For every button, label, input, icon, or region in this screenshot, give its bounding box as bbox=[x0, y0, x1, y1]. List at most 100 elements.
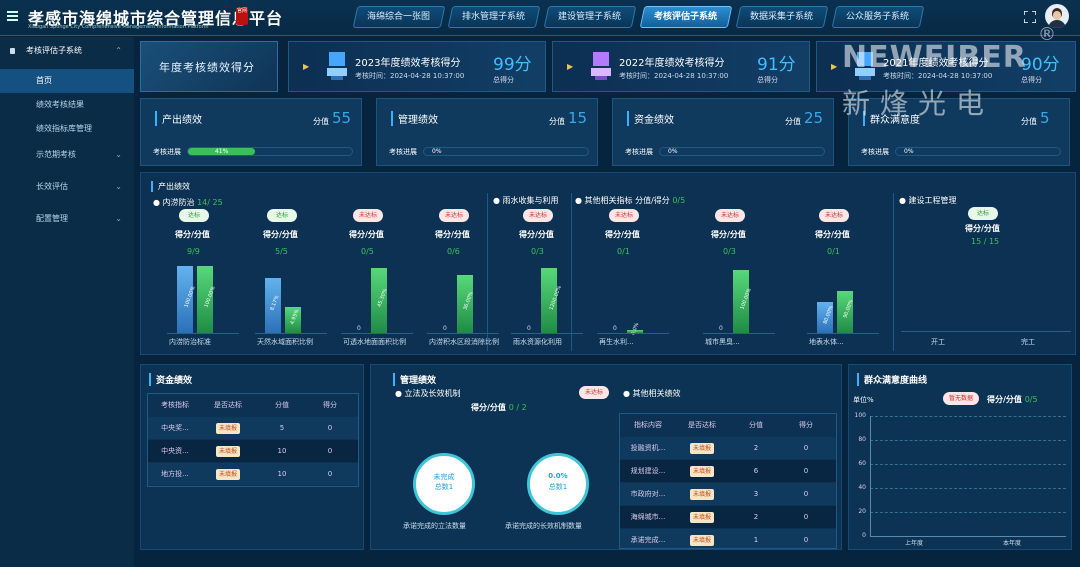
status-badge: 暂无数据 bbox=[943, 392, 979, 405]
sidebar-item-indicator-library[interactable]: 绩效指标库管理 bbox=[0, 117, 134, 141]
perf-card-output[interactable]: 产出绩效 分值 55 考核进展 41% bbox=[140, 98, 362, 166]
tab-data-collection[interactable]: 数据采集子系统 bbox=[735, 6, 829, 28]
donut-chart-mechanism: 0.0% 总数1 bbox=[527, 453, 589, 515]
score-value: 0/3 bbox=[531, 247, 544, 256]
score-label: 得分/分值 bbox=[605, 230, 640, 239]
perf-card-fund[interactable]: 资金绩效 分值 25 考核进展 0% bbox=[612, 98, 834, 166]
grid-line bbox=[870, 416, 1066, 417]
tab-drainage[interactable]: 排水管理子系统 bbox=[447, 6, 541, 28]
sidebar-group-assessment[interactable]: 考核评估子系统 ⌃ bbox=[0, 39, 134, 63]
grid-line bbox=[870, 488, 1066, 489]
score-label: 得分/分值 bbox=[175, 230, 210, 239]
bar-value-label: 100.00% bbox=[203, 285, 217, 308]
bar[interactable]: 100.00% bbox=[733, 270, 753, 333]
tab-assessment[interactable]: 考核评估子系统 bbox=[639, 6, 733, 28]
score-value: 5/5 bbox=[275, 247, 288, 256]
bar-value-label: 0 bbox=[443, 325, 447, 332]
bar[interactable]: 1200.00% bbox=[541, 268, 563, 333]
table-header: 指标内容 是否达标 分值 得分 bbox=[620, 414, 836, 436]
bar[interactable]: 90.00% bbox=[837, 291, 855, 333]
score-label: 得分/分值 bbox=[519, 230, 554, 239]
divider bbox=[571, 193, 572, 351]
menu-icon[interactable] bbox=[7, 11, 18, 21]
grid-line bbox=[870, 536, 1066, 537]
score-value: 0/5 bbox=[361, 247, 374, 256]
sidebar-item-long-term[interactable]: 长效评估 ⌄ bbox=[0, 175, 134, 199]
category-label: 再生水利... bbox=[599, 338, 634, 346]
divider bbox=[893, 193, 894, 351]
y-tick-label: 40 bbox=[858, 484, 866, 491]
score-label: 得分/分值 bbox=[711, 230, 746, 239]
score-value: 0/6 bbox=[447, 247, 460, 256]
trophy-icon bbox=[591, 52, 611, 80]
axis-line bbox=[703, 333, 775, 334]
grid-line bbox=[870, 464, 1066, 465]
x-tick-label: 本年度 bbox=[1003, 540, 1022, 547]
manage-table: 指标内容 是否达标 分值 得分 投融资机... 未填报 2 0 规划建设... 未填报 6 0… bbox=[619, 413, 837, 549]
axis-line bbox=[167, 333, 239, 334]
axis-line bbox=[341, 333, 413, 334]
tab-construction[interactable]: 建设管理子系统 bbox=[543, 6, 637, 28]
category-label: 地表水体... bbox=[809, 338, 844, 346]
bar[interactable]: 100.00% bbox=[177, 266, 197, 333]
y-tick-label: 80 bbox=[858, 436, 866, 443]
arrow-icon: ▶ bbox=[567, 62, 574, 71]
perf-card-management[interactable]: 管理绩效 分值 15 考核进展 0% bbox=[376, 98, 598, 166]
bar-value-label: 0 bbox=[357, 325, 361, 332]
table-row[interactable]: 中央奖... 未填报 5 0 bbox=[148, 417, 358, 439]
section-title: 群众满意度曲线 bbox=[857, 373, 927, 386]
score-value: 0/1 bbox=[617, 247, 630, 256]
category-label: 天然水域面积比例 bbox=[257, 338, 313, 346]
bar[interactable]: 80.00% bbox=[817, 302, 835, 333]
fullscreen-icon[interactable] bbox=[1023, 10, 1037, 24]
bar[interactable]: 36.00% bbox=[457, 275, 475, 333]
output-performance-panel: 产出绩效 ● 内涝防治 14/ 25 ● 雨水收集与利用 ● 其他相关指标 分值… bbox=[140, 172, 1076, 355]
table-row[interactable]: 海绵城市... 未填报 2 0 bbox=[620, 506, 836, 528]
app-subtitle: Xiaogan Sponge City Comprehensive Manage… bbox=[28, 24, 209, 30]
axis-line bbox=[807, 333, 879, 334]
bar-value-label: 100.00% bbox=[183, 285, 197, 308]
bar[interactable]: 4.95% bbox=[285, 307, 301, 333]
bar[interactable]: 100.00% bbox=[197, 266, 217, 333]
y-tick-label: 100 bbox=[854, 412, 866, 419]
axis-line bbox=[255, 333, 327, 334]
score-card-2023[interactable]: ▶ 2023年度绩效考核得分 考核时间：2024-04-28 10:37:00 … bbox=[288, 41, 546, 92]
score-value: 0/3 bbox=[723, 247, 736, 256]
axis-line bbox=[901, 331, 1071, 332]
table-row[interactable]: 中央资... 未填报 10 0 bbox=[148, 440, 358, 462]
bar[interactable]: 8.17% bbox=[265, 278, 281, 333]
table-header: 考核指标 是否达标 分值 得分 bbox=[148, 394, 358, 416]
sidebar-item-demo-assessment[interactable]: 示范期考核 ⌄ bbox=[0, 143, 134, 167]
table-row[interactable]: 规划建设... 未填报 6 0 bbox=[620, 460, 836, 482]
status-badge: 未达标 bbox=[353, 209, 383, 222]
status-badge: 未达标 bbox=[439, 209, 469, 222]
score-value: 0/1 bbox=[827, 247, 840, 256]
bar-value-label: 100.00% bbox=[739, 287, 753, 310]
tab-map[interactable]: 海绵综合一张图 bbox=[352, 6, 446, 28]
score-value: 9/9 bbox=[187, 247, 200, 256]
seal-badge: 官网 bbox=[236, 7, 248, 25]
bar-value-label: 80.00% bbox=[822, 304, 835, 325]
top-bar: 孝感市海绵城市综合管理信息平台 Xiaogan Sponge City Comp… bbox=[0, 0, 1080, 36]
sidebar-item-results[interactable]: 绩效考核结果 bbox=[0, 93, 134, 117]
doc-icon bbox=[10, 48, 15, 54]
score-card-2022[interactable]: ▶ 2022年度绩效考核得分 考核时间：2024-04-28 10:37:00 … bbox=[552, 41, 810, 92]
bar-value-label: 8.17% bbox=[269, 294, 281, 311]
category-label: 城市黑臭... bbox=[705, 338, 740, 346]
table-row[interactable]: 投融资机... 未填报 2 0 bbox=[620, 437, 836, 459]
bar-value-label: 0 bbox=[527, 325, 531, 332]
category-label: 雨水资源化利用 bbox=[513, 338, 562, 346]
table-row[interactable]: 承诺完成... 未填报 1 0 bbox=[620, 529, 836, 548]
sidebar-item-config[interactable]: 配置管理 ⌄ bbox=[0, 207, 134, 231]
status-badge: 未达标 bbox=[579, 386, 609, 399]
table-row[interactable]: 市政府对... 未填报 3 0 bbox=[620, 483, 836, 505]
donut-chart-legislation: 未完成 总数1 bbox=[413, 453, 475, 515]
table-row[interactable]: 地方投... 未填报 10 0 bbox=[148, 463, 358, 485]
category-label: 可透水地面面积比例 bbox=[343, 338, 406, 346]
section-title: 产出绩效 bbox=[151, 181, 190, 192]
status-badge: 未达标 bbox=[819, 209, 849, 222]
sidebar-item-home[interactable]: 首页 bbox=[0, 69, 134, 93]
bar-value-label: 4.95% bbox=[289, 308, 301, 326]
tab-public-service[interactable]: 公众服务子系统 bbox=[831, 6, 925, 28]
bar[interactable]: 45.30% bbox=[371, 268, 389, 333]
